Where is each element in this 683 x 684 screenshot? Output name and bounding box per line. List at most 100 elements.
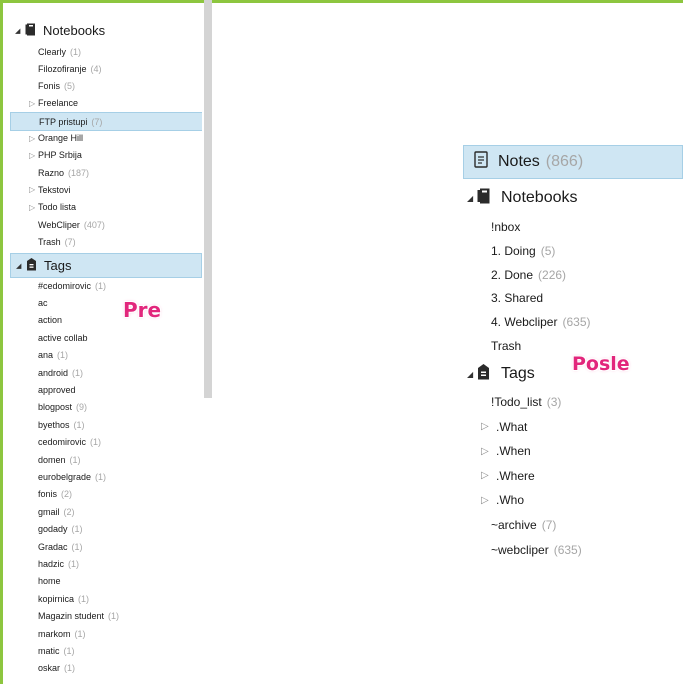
after-tag-item[interactable]: ~webcliper (635) bbox=[481, 538, 582, 562]
before-tag-label: markom bbox=[38, 628, 71, 639]
collapse-triangle-icon[interactable]: ◢ bbox=[467, 194, 477, 203]
before-notebook-item[interactable]: Filozofiranje (4) bbox=[10, 60, 202, 77]
before-notebook-item[interactable]: ▷ PHP Srbija bbox=[10, 147, 202, 164]
before-notebook-item[interactable]: Fonis (5) bbox=[10, 78, 202, 95]
before-tag-label: cedomirovic bbox=[38, 437, 87, 448]
before-tag-item[interactable]: oskar (1) bbox=[10, 660, 202, 677]
before-notebook-item[interactable]: Trash (7) bbox=[10, 233, 202, 250]
before-tag-item[interactable]: fonis (2) bbox=[10, 486, 202, 503]
after-notebook-item[interactable]: 4. Webcliper (635) bbox=[481, 310, 591, 334]
before-notebook-label: Tekstovi bbox=[38, 184, 71, 195]
after-tag-item[interactable]: !Todo_list (3) bbox=[481, 390, 561, 414]
after-notebook-count: (5) bbox=[540, 243, 556, 258]
before-tag-count: (1) bbox=[74, 628, 86, 639]
expand-chevron-icon[interactable]: ▷ bbox=[29, 185, 37, 194]
expand-chevron-icon[interactable]: ▷ bbox=[481, 421, 493, 432]
before-tag-count: (1) bbox=[57, 350, 69, 361]
before-tag-item[interactable]: godady (1) bbox=[10, 521, 202, 538]
before-tag-item[interactable]: approved bbox=[10, 381, 202, 398]
notebooks-header[interactable]: ◢ Notebooks bbox=[463, 184, 578, 212]
before-notebook-label: Orange Hill bbox=[38, 133, 84, 143]
after-notebook-item[interactable]: 1. Doing (5) bbox=[481, 239, 555, 263]
after-tag-item[interactable]: ~archive (7) bbox=[481, 513, 556, 537]
before-tag-item[interactable]: ana (1) bbox=[10, 347, 202, 364]
notebook-icon bbox=[25, 23, 37, 39]
collapse-triangle-icon[interactable]: ◢ bbox=[467, 370, 477, 379]
after-notebook-item[interactable]: Trash bbox=[481, 334, 521, 358]
after-tag-item[interactable]: ▷ .What bbox=[481, 415, 527, 439]
before-notebook-item[interactable]: ▷ Orange Hill bbox=[10, 130, 202, 147]
before-tag-item[interactable]: blogpost (9) bbox=[10, 399, 202, 416]
before-tag-item[interactable]: action bbox=[10, 312, 202, 329]
after-tag-item[interactable]: ▷ .Where bbox=[481, 464, 535, 488]
after-notebook-item[interactable]: 3. Shared bbox=[481, 286, 543, 310]
before-notebook-count: (1) bbox=[70, 46, 82, 57]
before-overlay-label: Pre bbox=[123, 298, 162, 322]
notebooks-header[interactable]: ◢ Notebooks bbox=[10, 19, 105, 42]
before-notebook-item[interactable]: ▷ Todo lista bbox=[10, 199, 202, 216]
expand-chevron-icon[interactable]: ▷ bbox=[29, 151, 37, 160]
before-tag-item[interactable]: Gradac (1) bbox=[10, 538, 202, 555]
expand-chevron-icon[interactable]: ▷ bbox=[481, 495, 493, 506]
collapse-triangle-icon[interactable]: ◢ bbox=[16, 262, 26, 270]
before-tag-item[interactable]: gmail (2) bbox=[10, 503, 202, 520]
before-tag-item[interactable]: ac bbox=[10, 294, 202, 311]
after-tag-count: (7) bbox=[541, 518, 557, 532]
after-tag-item[interactable]: ▷ .When bbox=[481, 439, 531, 463]
before-notebook-item[interactable]: Clearly (1) bbox=[10, 43, 202, 60]
before-tag-count: (1) bbox=[108, 611, 120, 622]
before-notebook-item[interactable]: Razno (187) bbox=[10, 164, 202, 181]
before-notebook-item[interactable]: ▷ Freelance bbox=[10, 95, 202, 112]
before-tag-item[interactable]: matic (1) bbox=[10, 642, 202, 659]
notes-header[interactable]: Notes (866) bbox=[463, 145, 683, 179]
accent-border-top bbox=[0, 0, 683, 3]
expand-chevron-icon[interactable]: ▷ bbox=[481, 470, 493, 481]
before-tag-item[interactable]: cedomirovic (1) bbox=[10, 434, 202, 451]
before-notebook-label: Fonis bbox=[38, 81, 61, 92]
before-tag-item[interactable]: active collab bbox=[10, 329, 202, 346]
before-notebook-count: (187) bbox=[68, 167, 90, 178]
before-tag-count: (1) bbox=[69, 454, 81, 465]
after-notebook-count: (226) bbox=[538, 267, 567, 282]
before-tag-item[interactable]: domen (1) bbox=[10, 451, 202, 468]
sidebar-scrollbar[interactable] bbox=[204, 0, 212, 398]
before-tag-count: (1) bbox=[68, 558, 80, 569]
after-tag-count: (635) bbox=[553, 542, 582, 557]
before-tag-item[interactable]: eurobelgrade (1) bbox=[10, 468, 202, 485]
before-notebook-item[interactable]: ▷ Tekstovi bbox=[10, 181, 202, 198]
before-tag-count: (1) bbox=[78, 593, 90, 604]
before-notebook-label: FTP pristupi bbox=[39, 116, 88, 127]
after-notebook-item[interactable]: !nbox bbox=[481, 215, 520, 239]
before-notebook-item[interactable]: WebCliper (407) bbox=[10, 216, 202, 233]
before-tag-item[interactable]: hadzic (1) bbox=[10, 555, 202, 572]
before-tag-item[interactable]: android (1) bbox=[10, 364, 202, 381]
before-tag-label: blogpost bbox=[38, 402, 73, 413]
after-notebook-item[interactable]: 2. Done (226) bbox=[481, 263, 566, 287]
before-notebook-item[interactable]: FTP pristupi (7) bbox=[10, 112, 202, 132]
before-notebook-label: Todo lista bbox=[38, 202, 77, 213]
before-tag-label: action bbox=[38, 315, 63, 326]
before-tag-item[interactable]: markom (1) bbox=[10, 625, 202, 642]
after-overlay-label: Posle bbox=[572, 353, 630, 375]
tags-header[interactable]: ◢ Tags bbox=[463, 360, 535, 388]
after-notebook-label: Trash bbox=[491, 339, 522, 353]
before-tag-item[interactable]: home bbox=[10, 573, 202, 590]
tags-label: Tags bbox=[44, 258, 72, 273]
before-tag-count: (2) bbox=[63, 506, 75, 517]
before-tag-label: hadzic bbox=[38, 558, 65, 569]
before-tag-count: (1) bbox=[95, 280, 107, 291]
notebooks-label: Notebooks bbox=[501, 189, 578, 206]
expand-chevron-icon[interactable]: ▷ bbox=[29, 99, 37, 108]
before-tag-item[interactable]: byethos (1) bbox=[10, 416, 202, 433]
expand-chevron-icon[interactable]: ▷ bbox=[29, 134, 37, 143]
before-tag-item[interactable]: Magazin student (1) bbox=[10, 608, 202, 625]
before-tag-item[interactable]: #cedomirovic (1) bbox=[10, 277, 202, 294]
before-tag-item[interactable]: kopirnica (1) bbox=[10, 590, 202, 607]
before-tag-count: (9) bbox=[76, 402, 88, 413]
after-tag-item[interactable]: ▷ .Who bbox=[481, 488, 524, 512]
tags-header[interactable]: ◢ Tags bbox=[10, 253, 202, 278]
expand-chevron-icon[interactable]: ▷ bbox=[481, 446, 493, 457]
notebooks-label: Notebooks bbox=[43, 23, 106, 38]
collapse-triangle-icon[interactable]: ◢ bbox=[15, 27, 25, 35]
expand-chevron-icon[interactable]: ▷ bbox=[29, 203, 37, 212]
